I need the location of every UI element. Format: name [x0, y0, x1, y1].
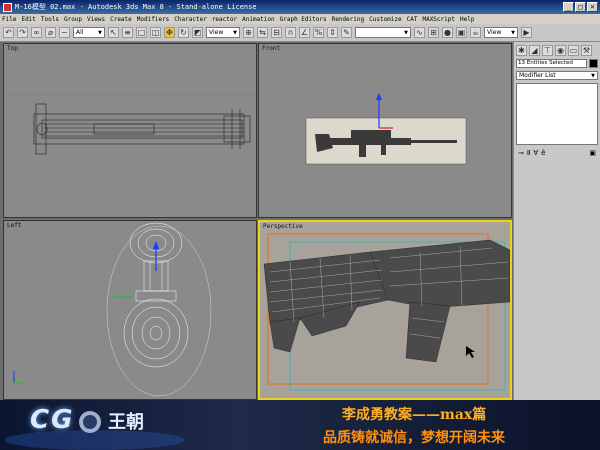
app-icon[interactable] — [3, 2, 12, 12]
viewport-top[interactable]: Top — [3, 43, 257, 218]
unlink-icon[interactable]: ⌀ — [45, 27, 56, 38]
angle-snap-icon[interactable]: ∠ — [299, 27, 310, 38]
modifier-list-dropdown[interactable]: Modifier List ▼ — [516, 71, 598, 80]
modify-tab-icon[interactable]: ◢ — [529, 45, 540, 56]
select-and-move-icon[interactable]: ✥ — [164, 27, 175, 38]
menu-views[interactable]: Views — [87, 16, 105, 23]
render-last-icon[interactable]: ▶ — [521, 27, 532, 38]
utilities-tab-icon[interactable]: ⚒ — [581, 45, 592, 56]
bind-space-warp-icon[interactable]: ~ — [59, 27, 70, 38]
percent-snap-icon[interactable]: % — [313, 27, 324, 38]
banner-title: 李成勇教案——max篇 — [342, 407, 487, 423]
spinner-snap-icon[interactable]: ⇕ — [327, 27, 338, 38]
perspective-view-rifle-model — [260, 222, 510, 398]
hierarchy-tab-icon[interactable]: ⊤ — [542, 45, 553, 56]
menu-help[interactable]: Help — [460, 16, 474, 23]
align-icon[interactable]: ⊟ — [271, 27, 282, 38]
rectangular-selection-icon[interactable]: □ — [136, 27, 147, 38]
make-unique-icon[interactable]: ∀ — [533, 149, 538, 157]
menu-customize[interactable]: Customize — [369, 16, 402, 23]
pin-stack-icon[interactable]: ⊸ — [518, 149, 524, 157]
maximize-button[interactable]: □ — [575, 2, 586, 12]
left-view-wireframe — [13, 222, 212, 397]
menu-animation[interactable]: Animation — [242, 16, 275, 23]
edit-named-selection-icon[interactable]: ✎ — [341, 27, 352, 38]
front-view-reference-image — [305, 93, 467, 165]
menu-maxscript[interactable]: MAXScript — [422, 16, 455, 23]
menu-reactor[interactable]: reactor — [212, 16, 237, 23]
schematic-view-icon[interactable]: ⊞ — [428, 27, 439, 38]
viewport-front-label[interactable]: Front — [262, 45, 280, 52]
menu-modifiers[interactable]: Modifiers — [137, 16, 170, 23]
viewport-top-label[interactable]: Top — [7, 45, 18, 52]
window-crossing-icon[interactable]: ◫ — [150, 27, 161, 38]
remove-modifier-icon[interactable]: ê — [541, 149, 545, 157]
menu-rendering[interactable]: Rendering — [332, 16, 365, 23]
selection-filter-dropdown[interactable]: All ▼ — [73, 27, 105, 38]
select-object-icon[interactable]: ↖ — [108, 27, 119, 38]
menu-character[interactable]: Character — [174, 16, 207, 23]
show-end-result-icon[interactable]: Ⅱ — [527, 149, 530, 157]
display-tab-icon[interactable]: ▭ — [568, 45, 579, 56]
top-view-wireframe — [4, 93, 256, 169]
branding-banner: CG 王朝 李成勇教案——max篇 品质铸就诚信，梦想开阔未来 — [0, 400, 600, 450]
menu-edit[interactable]: Edit — [21, 16, 35, 23]
command-panel: ✱ ◢ ⊤ ◉ ▭ ⚒ 13 Entities Selected Modifie… — [513, 42, 600, 400]
menu-tools[interactable]: Tools — [41, 16, 59, 23]
link-icon[interactable]: ∞ — [31, 27, 42, 38]
selection-name-field[interactable]: 13 Entities Selected — [516, 59, 587, 68]
redo-icon[interactable]: ↷ — [17, 27, 28, 38]
object-color-swatch[interactable] — [589, 59, 598, 68]
viewport-left-label[interactable]: Left — [7, 222, 21, 229]
viewport-perspective-label[interactable]: Perspective — [263, 223, 303, 230]
banner-glow — [5, 411, 185, 450]
configure-modifier-sets-icon[interactable]: ▣ — [589, 149, 596, 157]
menu-cat[interactable]: CAT — [407, 16, 418, 23]
menu-create[interactable]: Create — [110, 16, 132, 23]
cg-logo: CG — [30, 405, 75, 435]
menu-group[interactable]: Group — [64, 16, 82, 23]
modifier-stack[interactable] — [516, 83, 598, 145]
material-editor-icon[interactable]: ● — [442, 27, 453, 38]
main-toolbar: ↶ ↷ ∞ ⌀ ~ All ▼ ↖ ≡ □ ◫ ✥ ↻ ◩ View ▼ ⊕ ⇆ ⊟… — [0, 24, 600, 42]
close-button[interactable]: × — [587, 2, 598, 12]
title-bar: M-16模型 02.max - Autodesk 3ds Max 8 - Sta… — [0, 0, 600, 14]
viewport-left[interactable]: Left — [3, 220, 257, 400]
minimize-button[interactable]: _ — [563, 2, 574, 12]
viewport-perspective[interactable]: Perspective — [258, 220, 512, 400]
select-and-scale-icon[interactable]: ◩ — [192, 27, 203, 38]
render-scene-icon[interactable]: ▣ — [456, 27, 467, 38]
snap-icon[interactable]: ∩ — [285, 27, 296, 38]
viewport-front[interactable]: Front — [258, 43, 512, 218]
menu-bar: File Edit Tools Group Views Create Modif… — [0, 14, 600, 24]
reference-coordinate-dropdown[interactable]: View ▼ — [206, 27, 240, 38]
banner-subtitle: 品质铸就诚信，梦想开阔未来 — [323, 430, 505, 446]
motion-tab-icon[interactable]: ◉ — [555, 45, 566, 56]
modifier-stack-controls: ⊸ Ⅱ ∀ ê ▣ — [514, 147, 600, 159]
command-panel-tabs: ✱ ◢ ⊤ ◉ ▭ ⚒ — [514, 42, 600, 59]
create-tab-icon[interactable]: ✱ — [516, 45, 527, 56]
named-selection-dropdown[interactable]: ▼ — [355, 27, 411, 38]
curve-editor-icon[interactable]: ∿ — [414, 27, 425, 38]
render-type-dropdown[interactable]: View ▼ — [484, 27, 518, 38]
menu-graph-editors[interactable]: Graph Editors — [280, 16, 327, 23]
undo-icon[interactable]: ↶ — [3, 27, 14, 38]
select-and-rotate-icon[interactable]: ↻ — [178, 27, 189, 38]
select-by-name-icon[interactable]: ≡ — [122, 27, 133, 38]
quick-render-icon[interactable]: ☕ — [470, 27, 481, 38]
mirror-icon[interactable]: ⇆ — [257, 27, 268, 38]
pivot-center-icon[interactable]: ⊕ — [243, 27, 254, 38]
window-title: M-16模型 02.max - Autodesk 3ds Max 8 - Sta… — [15, 3, 257, 11]
cg-logo-cn: 王朝 — [108, 412, 144, 433]
menu-file[interactable]: File — [2, 16, 16, 23]
